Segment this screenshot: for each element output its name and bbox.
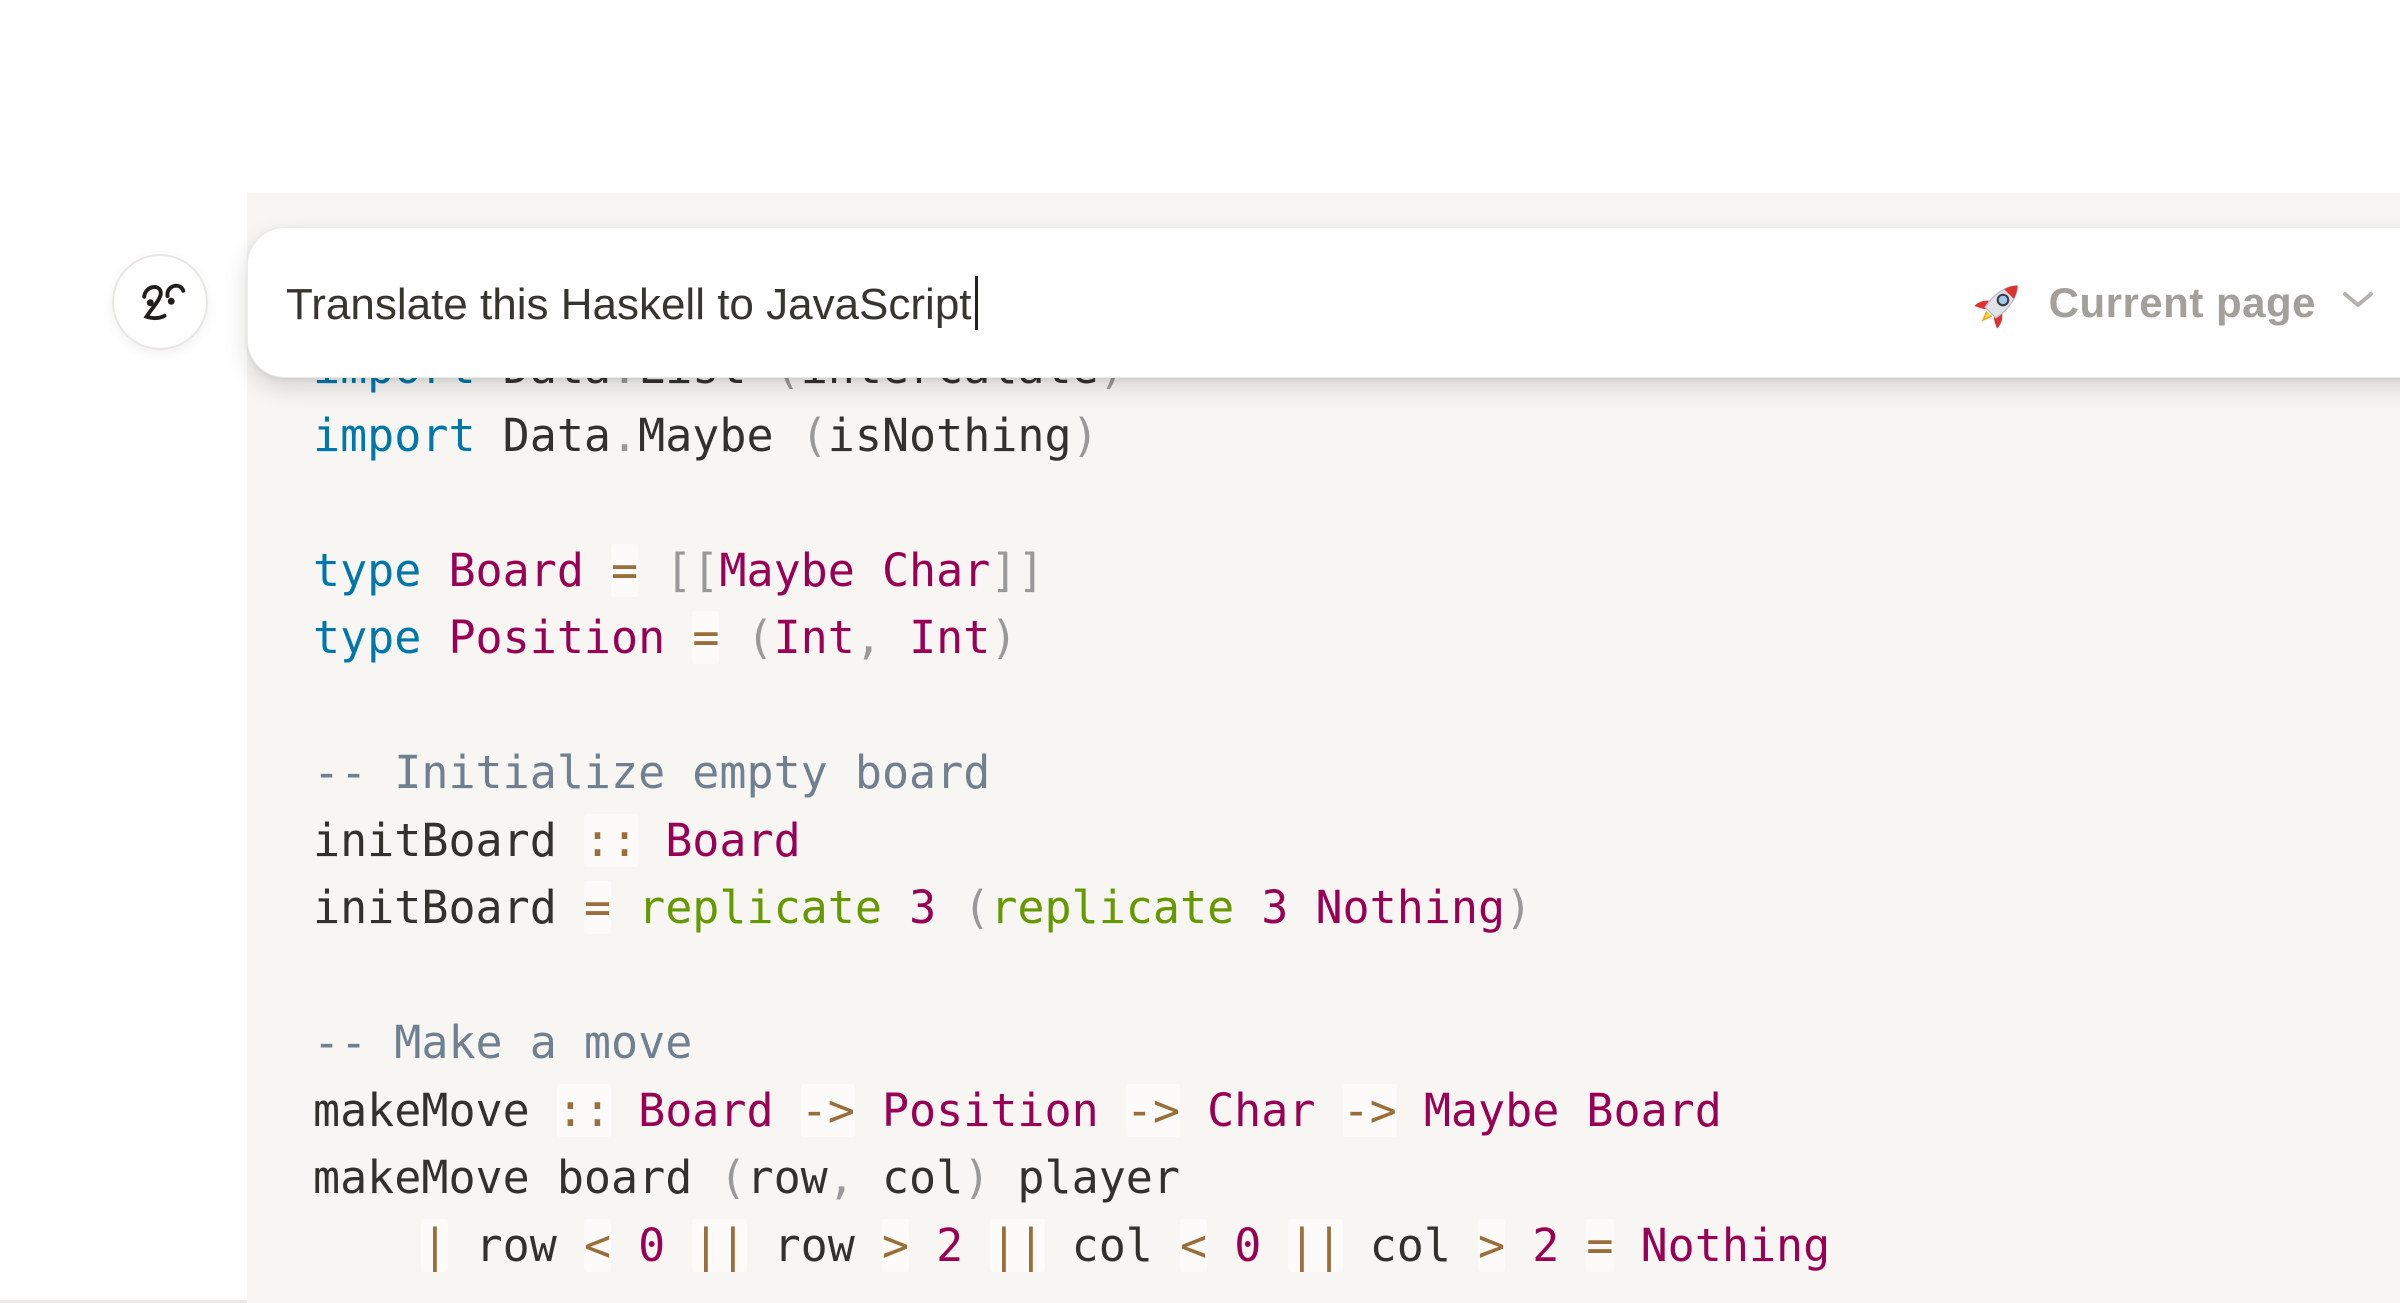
rocket-emoji-icon bbox=[1973, 276, 2027, 330]
notion-page: import Data.List (intercalate)import Dat… bbox=[0, 0, 2400, 1303]
code-line: type Position = (Int, Int) bbox=[313, 604, 2380, 672]
code-line: initBoard = replicate 3 (replicate 3 Not… bbox=[313, 874, 2380, 942]
code-line: initBoard :: Board bbox=[313, 807, 2380, 875]
code-line: makeMove board (row, col) player bbox=[313, 1144, 2380, 1212]
code-line: makeMove :: Board -> Position -> Char ->… bbox=[313, 1077, 2380, 1145]
code-line bbox=[313, 942, 2380, 1010]
chevron-down-icon bbox=[2342, 290, 2374, 315]
code-line: import Data.Maybe (isNothing) bbox=[313, 402, 2380, 470]
code-line: type Board = [[Maybe Char]] bbox=[313, 537, 2380, 605]
ai-input-bar[interactable]: Translate this Haskell to JavaScript bbox=[247, 227, 2400, 378]
text-caret bbox=[975, 276, 978, 330]
scope-label: Current page bbox=[2049, 279, 2316, 327]
code-line: | row < 0 || row > 2 || col < 0 || col >… bbox=[313, 1212, 2380, 1280]
ai-prompt-text: Translate this Haskell to JavaScript bbox=[286, 280, 972, 329]
code-line bbox=[313, 469, 2380, 537]
ai-prompt-input[interactable]: Translate this Haskell to JavaScript bbox=[248, 276, 1973, 330]
context-scope-selector[interactable]: Current page bbox=[1973, 276, 2374, 330]
notion-ai-face-icon bbox=[112, 254, 208, 350]
code-line bbox=[313, 672, 2380, 740]
code-line: -- Initialize empty board bbox=[313, 739, 2380, 807]
code-line: -- Make a move bbox=[313, 1009, 2380, 1077]
